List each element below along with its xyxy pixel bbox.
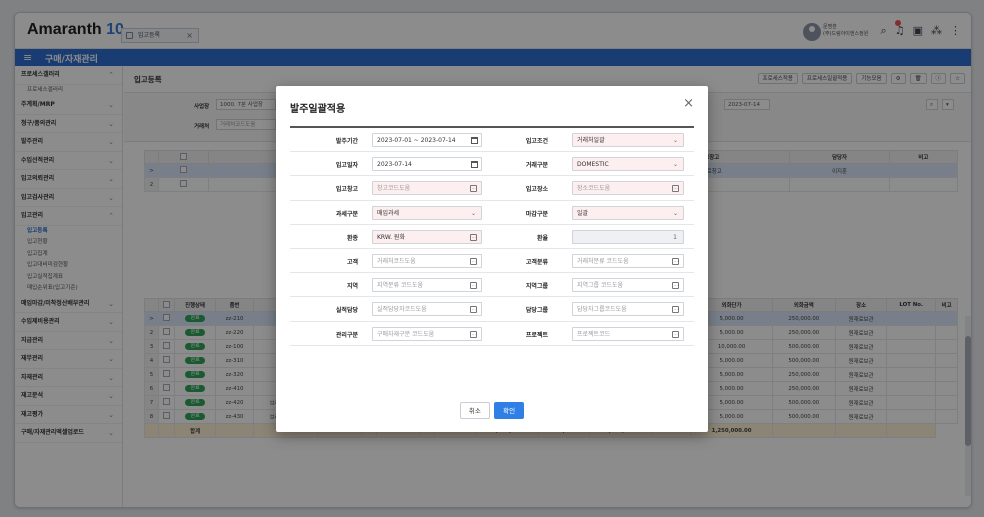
bulk-apply-dialog: 발주일괄적용 × 발주기간 입고조건 2023-07-01 ~ 2023-07-14…	[276, 86, 708, 432]
field-input[interactable]: 거래처일괄 ⌄	[572, 133, 684, 147]
field-label: 관리구분	[335, 331, 358, 339]
field-value: DOMESTIC	[577, 161, 609, 169]
code-help-icon[interactable]: ⋯	[470, 282, 477, 290]
calendar-icon[interactable]	[471, 161, 478, 169]
field-label: 고객	[346, 258, 358, 266]
field-label: 환율	[536, 234, 548, 242]
field-label: 고객분류	[525, 258, 548, 266]
chevron-down-icon[interactable]: ⌄	[673, 207, 678, 220]
field-label: 거래구분	[525, 162, 548, 170]
field-input: 1	[572, 229, 684, 244]
field-value: 창고코드도움	[377, 185, 411, 193]
code-help-icon[interactable]: ⋯	[672, 306, 679, 314]
field-value: 매입과세	[377, 209, 400, 217]
field-input[interactable]: 담당자그룹코드도움 ⋯	[572, 302, 684, 317]
field-input[interactable]: 일괄 ⌄	[572, 205, 684, 220]
field-label: 입고일자	[335, 162, 358, 170]
field-input[interactable]: 매입과세 ⌄	[372, 205, 482, 220]
field-input[interactable]: 거래처분류 코드도움 ⋯	[572, 253, 684, 268]
field-input[interactable]: KRW. 원화 ⋯	[372, 229, 482, 244]
field-value: KRW. 원화	[377, 233, 405, 241]
field-value: 지역분류 코드도움	[377, 282, 424, 290]
field-input[interactable]: 2023-07-01 ~ 2023-07-14	[372, 133, 482, 147]
form-row: 고객 고객분류 거래처코드도움 ⋯ 거래처분류 코드도움 ⋯	[290, 249, 694, 274]
dialog-form: 발주기간 입고조건 2023-07-01 ~ 2023-07-14 거래처일괄 ⌄ 입고일…	[290, 126, 694, 346]
field-value: 실적담당자코드도움	[377, 306, 427, 314]
field-value: 거래처분류 코드도움	[577, 257, 629, 265]
field-input[interactable]: 지역분류 코드도움 ⋯	[372, 278, 482, 293]
dialog-buttons: 취소 확인	[276, 402, 708, 419]
field-input[interactable]: 2023-07-14	[372, 157, 482, 172]
form-row: 과세구분 마감구분 매입과세 ⌄ 일괄 ⌄	[290, 201, 694, 225]
field-value: 장소코드도움	[577, 185, 611, 193]
form-row: 실적담당 담당그룹 실적담당자코드도움 ⋯ 담당자그룹코드도움 ⋯	[290, 297, 694, 322]
confirm-button[interactable]: 확인	[494, 402, 525, 419]
form-row: 관리구분 프로젝트 구매자재구분 코드도움 ⋯ 프로젝트코드 ⋯	[290, 322, 694, 346]
field-input[interactable]: 지역그룹 코드도움 ⋯	[572, 278, 684, 293]
code-help-icon[interactable]: ⋯	[470, 306, 477, 314]
dialog-title: 발주일괄적용	[290, 104, 346, 115]
code-help-icon[interactable]: ⋯	[672, 185, 679, 193]
code-help-icon[interactable]: ⋯	[672, 257, 679, 265]
code-help-icon[interactable]: ⋯	[470, 257, 477, 265]
field-label: 마감구분	[525, 210, 548, 218]
field-input[interactable]: 프로젝트코드 ⋯	[572, 326, 684, 341]
form-row: 지역 지역그룹 지역분류 코드도움 ⋯ 지역그룹 코드도움 ⋯	[290, 273, 694, 298]
code-help-icon[interactable]: ⋯	[470, 330, 477, 338]
field-label: 지역그룹	[525, 283, 548, 291]
close-icon[interactable]: ×	[683, 96, 694, 111]
chevron-down-icon[interactable]: ⌄	[673, 158, 678, 171]
field-input[interactable]: 실적담당자코드도움 ⋯	[372, 302, 482, 317]
calendar-icon[interactable]	[471, 137, 478, 144]
field-label: 담당그룹	[525, 307, 548, 315]
field-value: 지역그룹 코드도움	[577, 282, 624, 290]
field-input[interactable]: DOMESTIC ⌄	[572, 157, 684, 172]
field-value: 2023-07-14	[377, 161, 412, 169]
code-help-icon[interactable]: ⋯	[470, 233, 477, 241]
field-value: 구매자재구분 코드도움	[377, 330, 435, 338]
form-row: 입고일자 거래구분 2023-07-14 DOMESTIC ⌄	[290, 152, 694, 177]
field-label: 환종	[346, 234, 358, 242]
chevron-down-icon[interactable]: ⌄	[471, 207, 476, 220]
field-input[interactable]: 장소코드도움 ⋯	[572, 181, 684, 196]
code-help-icon[interactable]: ⋯	[470, 185, 477, 193]
field-value: 2023-07-01 ~ 2023-07-14	[377, 137, 456, 144]
field-label: 실적담당	[335, 307, 358, 315]
field-label: 프로젝트	[525, 331, 548, 339]
field-value: 담당자그룹코드도움	[577, 306, 627, 314]
form-row: 발주기간 입고조건 2023-07-01 ~ 2023-07-14 거래처일괄 ⌄	[290, 128, 694, 153]
field-label: 입고장소	[525, 186, 548, 194]
field-input[interactable]: 창고코드도움 ⋯	[372, 181, 482, 196]
field-label: 입고조건	[525, 138, 548, 145]
field-label: 지역	[346, 283, 358, 291]
field-input[interactable]: 구매자재구분 코드도움 ⋯	[372, 326, 482, 341]
field-value: 1	[673, 233, 677, 241]
code-help-icon[interactable]: ⋯	[672, 282, 679, 290]
field-value: 거래처일괄	[577, 137, 605, 144]
chevron-down-icon[interactable]: ⌄	[673, 134, 678, 147]
form-row: 환종 환율 KRW. 원화 ⋯ 1	[290, 225, 694, 249]
cancel-button[interactable]: 취소	[459, 402, 490, 419]
form-row: 입고창고 입고장소 창고코드도움 ⋯ 장소코드도움 ⋯	[290, 176, 694, 201]
field-value: 프로젝트코드	[577, 330, 611, 338]
field-label: 과세구분	[335, 210, 358, 218]
field-value: 일괄	[577, 209, 589, 217]
code-help-icon[interactable]: ⋯	[672, 330, 679, 338]
field-label: 입고창고	[335, 186, 358, 194]
field-label: 발주기간	[335, 138, 358, 145]
field-input[interactable]: 거래처코드도움 ⋯	[372, 253, 482, 268]
field-value: 거래처코드도움	[377, 257, 416, 265]
